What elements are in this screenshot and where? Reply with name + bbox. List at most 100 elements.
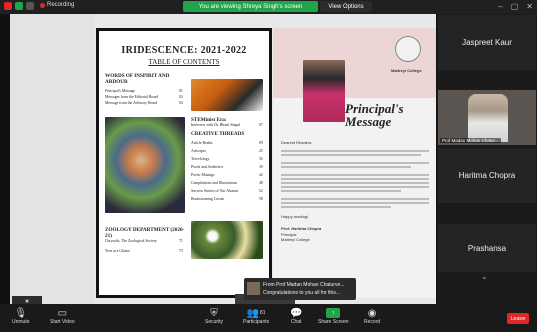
chat-sender: From Prof Madan Mohan Chaturve...	[263, 282, 345, 288]
toc-entry: Poetic Musings	[191, 173, 215, 177]
leave-button[interactable]: Leave	[507, 313, 529, 324]
chat-notification[interactable]: From Prof Madan Mohan Chaturve... Congra…	[244, 278, 356, 300]
chat-bubble-icon: 💬	[290, 307, 303, 319]
principal-message-page: Maitreyi College Principal's Message Dea…	[273, 28, 436, 298]
contents-page: IRIDESCENCE: 2021-2022 TABLE OF CONTENTS…	[96, 28, 272, 298]
scroll-down-chevron-icon[interactable]: ⌄	[481, 272, 488, 302]
share-screen-label: Share Screen	[318, 319, 349, 325]
people-icon: 👥 81	[246, 307, 266, 319]
recording-dot-icon	[40, 2, 45, 8]
text-line	[281, 174, 429, 176]
toc-page: 09	[259, 141, 263, 145]
video-off-icon: ▭	[57, 307, 68, 319]
participant-tile[interactable]: Haritma Chopra	[438, 148, 536, 203]
microphone-muted-icon: 🎙	[14, 307, 28, 319]
recording-indicator[interactable]: Recording	[40, 2, 74, 8]
toc-page: 07	[259, 123, 263, 127]
participants-label: Participants	[243, 319, 270, 325]
top-left-icons	[4, 2, 34, 10]
shared-screen-left-area	[10, 14, 95, 304]
participants-button[interactable]: 👥 81 Participants	[243, 307, 270, 326]
text-line	[281, 182, 429, 184]
text-line	[281, 202, 429, 204]
text-line	[281, 186, 429, 188]
shared-screen: IRIDESCENCE: 2021-2022 TABLE OF CONTENTS…	[10, 14, 436, 304]
toc-entry: Brainstorming Corner	[191, 197, 225, 201]
minimize-icon[interactable]: –	[498, 2, 502, 11]
toc-page: 04	[179, 101, 183, 105]
toc-entry: Pixels and Aesthetics	[191, 165, 224, 169]
toc-page: 52	[259, 189, 263, 193]
principal-message-title: Principal's Message	[345, 101, 404, 129]
shield-icon: ⛨	[210, 307, 218, 319]
butterfly-image	[191, 79, 263, 111]
maximize-icon[interactable]: ▢	[511, 2, 519, 11]
window-controls: – ▢ ✕	[498, 2, 533, 11]
toc-page: 71	[179, 239, 183, 243]
toc-page: 02	[179, 95, 183, 99]
section-heading: CREATIVE THREADS	[191, 131, 245, 137]
chat-button[interactable]: 💬 Chat	[290, 307, 303, 326]
section-heading: ZOOLOGY DEPARTMENT (2020-21)	[105, 227, 185, 239]
view-options-button[interactable]: View Options	[320, 1, 372, 12]
security-button[interactable]: ⛨ Security	[205, 307, 224, 326]
toc-entry: Messages from the Editorial Board	[105, 95, 159, 99]
letter-greeting: Dearest Readers,	[281, 140, 313, 145]
toc-page: 39	[259, 165, 263, 169]
text-line	[281, 190, 401, 192]
participants-panel: Jaspreet Kaur Prof Madan Mohan Chatur...…	[437, 14, 537, 304]
toc-entry: Compilations and Illustrations	[191, 181, 237, 185]
shield-icon[interactable]	[15, 2, 23, 10]
chat-label: Chat	[290, 319, 302, 325]
toc-page: 73	[179, 249, 183, 253]
flowers-image	[191, 221, 263, 259]
magazine-title: IRIDESCENCE: 2021-2022	[121, 45, 247, 56]
toc-page: 25	[259, 149, 263, 153]
top-bar: Recording You are viewing Shreya Singh's…	[0, 0, 537, 14]
unmute-button[interactable]: 🎙 Unmute	[12, 307, 30, 326]
text-line	[281, 150, 429, 152]
participant-name: Jaspreet Kaur	[462, 38, 512, 47]
letter-closing: Happy reading!	[281, 214, 309, 219]
college-name: Maitreyi College	[391, 68, 422, 73]
start-video-button[interactable]: ▭ Start Video	[50, 307, 75, 326]
participant-name: Prashansa	[467, 243, 507, 253]
security-label: Security	[205, 319, 224, 325]
text-line	[281, 198, 429, 200]
participant-name: Prof Madan Mohan Chatur...	[440, 138, 501, 143]
zoom-window: Recording You are viewing Shreya Singh's…	[0, 0, 537, 332]
text-line	[281, 206, 391, 208]
toc-page: 48	[259, 181, 263, 185]
principal-photo	[303, 60, 345, 122]
participant-tile[interactable]: Jaspreet Kaur	[438, 15, 536, 70]
toc-entry: Interview with Dr. Bharti Singal	[191, 123, 241, 127]
mac-close-icon[interactable]	[4, 2, 12, 10]
text-line	[281, 162, 429, 164]
toc-entry: Success Stories of Our Alumni	[191, 189, 238, 193]
text-line	[281, 178, 429, 180]
toc-entry: Chrysalis, The Zoological Society	[105, 239, 157, 243]
participant-video	[468, 94, 508, 142]
record-button[interactable]: ◉ Record	[364, 307, 381, 326]
participant-video-tile[interactable]: Prof Madan Mohan Chatur...	[438, 90, 536, 145]
share-screen-button[interactable]: ↑ Share Screen	[318, 307, 349, 325]
toc-entry: Message from the Advisory Board	[105, 101, 158, 105]
info-icon[interactable]	[26, 2, 34, 10]
signature-name: Prof. Haritma Chopra	[281, 226, 322, 231]
record-label: Record	[364, 319, 381, 325]
pdf-app-logo: ▣	[12, 296, 42, 304]
close-icon[interactable]: ✕	[526, 2, 533, 11]
participant-name: Haritma Chopra	[458, 171, 516, 180]
contents-heading: TABLE OF CONTENTS	[148, 58, 220, 66]
participants-count: 81	[260, 310, 266, 316]
toc-entry: Year at a Glance	[105, 249, 131, 253]
toc-page: 58	[259, 197, 263, 201]
signature-college: Maitreyi College	[281, 237, 310, 242]
screen-share-banner: You are viewing Shreya Singh's screen	[183, 1, 318, 12]
sender-avatar	[247, 282, 260, 295]
unmute-label: Unmute	[12, 319, 30, 325]
toc-page: 42	[259, 173, 263, 177]
record-icon: ◉	[367, 307, 377, 319]
toc-entry: Article Realm	[191, 141, 213, 145]
participant-tile[interactable]: Prashansa	[438, 224, 536, 272]
